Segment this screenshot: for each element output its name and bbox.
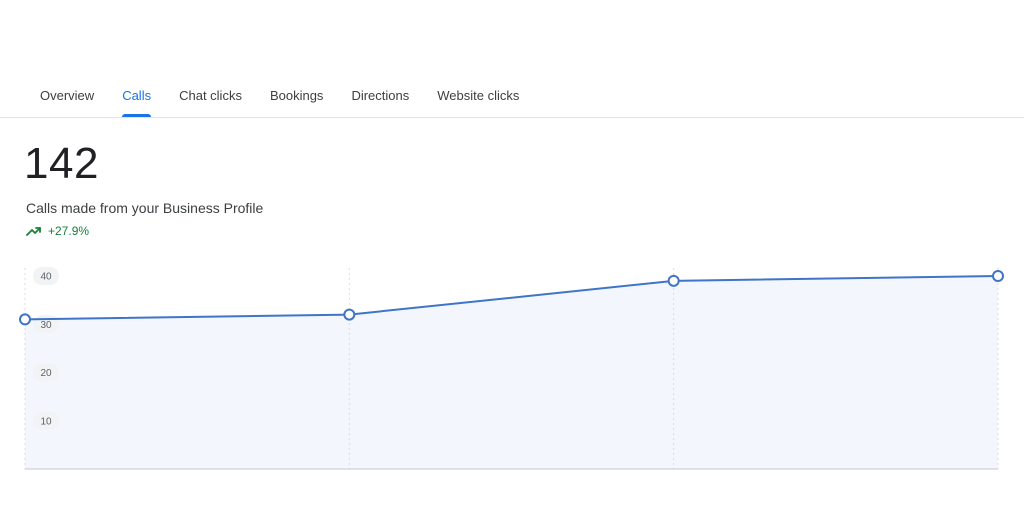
data-point — [992, 270, 1004, 282]
data-point — [667, 274, 680, 287]
data-point — [19, 313, 31, 326]
y-tick-label: 10 — [40, 416, 52, 427]
calls-chart: 10 20 30 40 — [19, 267, 1004, 470]
y-tick-label: 20 — [40, 368, 52, 379]
area-fill — [25, 276, 998, 469]
data-point — [343, 308, 356, 321]
y-tick-label: 30 — [40, 320, 52, 331]
calls-insights-panel: Overview Calls Chat clicks Bookings Dire… — [0, 0, 1024, 512]
y-tick-label: 40 — [40, 272, 52, 283]
